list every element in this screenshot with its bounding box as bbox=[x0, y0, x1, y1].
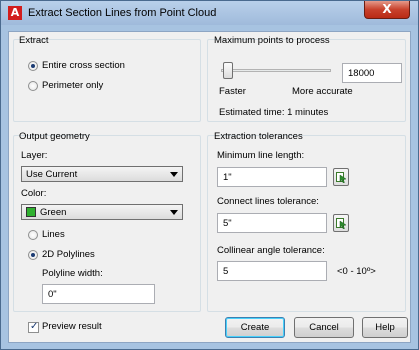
collinear-angle-value: 5 bbox=[223, 266, 229, 277]
points-slider-track[interactable] bbox=[221, 69, 331, 72]
dialog-window: A Extract Section Lines from Point Cloud… bbox=[0, 0, 419, 350]
min-line-length-label: Minimum line length: bbox=[217, 150, 305, 161]
lines-radio[interactable] bbox=[28, 230, 38, 240]
autocad-app-icon: A bbox=[8, 6, 22, 20]
dialog-body: Extract Entire cross section Perimeter o… bbox=[8, 31, 411, 343]
output-geometry-group-title: Output geometry bbox=[19, 131, 90, 142]
color-dropdown[interactable]: Green bbox=[21, 204, 183, 220]
chevron-down-icon bbox=[170, 210, 178, 215]
connect-lines-label: Connect lines tolerance: bbox=[217, 196, 319, 207]
slider-faster-label: Faster bbox=[219, 86, 246, 97]
polyline-width-value: 0" bbox=[48, 289, 57, 300]
polyline-width-input[interactable]: 0" bbox=[42, 284, 155, 304]
collinear-angle-input[interactable]: 5 bbox=[217, 261, 327, 281]
lines-label[interactable]: Lines bbox=[42, 229, 65, 240]
min-line-length-input[interactable]: 1" bbox=[217, 167, 327, 187]
color-swatch bbox=[26, 207, 36, 217]
preview-result-label[interactable]: Preview result bbox=[42, 321, 102, 332]
max-points-value: 18000 bbox=[348, 68, 375, 79]
extract-group-title: Extract bbox=[19, 35, 49, 46]
dialog-title: Extract Section Lines from Point Cloud bbox=[28, 7, 217, 19]
polyline-width-label: Polyline width: bbox=[42, 268, 103, 279]
layer-label: Layer: bbox=[21, 150, 48, 161]
max-points-group-title: Maximum points to process bbox=[214, 35, 330, 46]
layer-dropdown-value: Use Current bbox=[26, 169, 78, 180]
title-bar[interactable]: A Extract Section Lines from Point Cloud… bbox=[1, 1, 418, 25]
perimeter-only-radio[interactable] bbox=[28, 81, 38, 91]
entire-cross-section-radio[interactable] bbox=[28, 61, 38, 71]
pick-connect-tolerance-button[interactable] bbox=[333, 214, 349, 232]
2d-polylines-radio[interactable] bbox=[28, 250, 38, 260]
extraction-tolerances-group-title: Extraction tolerances bbox=[214, 131, 303, 142]
color-dropdown-value: Green bbox=[40, 207, 67, 218]
perimeter-only-label[interactable]: Perimeter only bbox=[42, 80, 103, 91]
points-slider-thumb[interactable] bbox=[223, 62, 233, 79]
chevron-down-icon bbox=[170, 172, 178, 177]
help-button[interactable]: Help bbox=[362, 317, 408, 338]
estimated-time-text: Estimated time: 1 minutes bbox=[219, 107, 329, 118]
cancel-button[interactable]: Cancel bbox=[294, 317, 354, 338]
create-button[interactable]: Create bbox=[225, 317, 285, 338]
min-line-length-value: 1" bbox=[223, 172, 232, 183]
collinear-angle-label: Collinear angle tolerance: bbox=[217, 245, 325, 256]
pick-point-icon bbox=[336, 172, 347, 183]
checkmark-icon: ✓ bbox=[30, 321, 39, 332]
2d-polylines-label[interactable]: 2D Polylines bbox=[42, 249, 95, 260]
color-label: Color: bbox=[21, 188, 47, 199]
pick-point-icon bbox=[336, 218, 347, 229]
collinear-range-hint: <0 - 10º> bbox=[337, 266, 376, 277]
entire-cross-section-label[interactable]: Entire cross section bbox=[42, 60, 125, 71]
connect-lines-value: 5" bbox=[223, 218, 232, 229]
pick-min-length-button[interactable] bbox=[333, 168, 349, 186]
slider-more-accurate-label: More accurate bbox=[292, 86, 353, 97]
connect-lines-input[interactable]: 5" bbox=[217, 213, 327, 233]
close-button[interactable]: X bbox=[364, 1, 410, 19]
max-points-input[interactable]: 18000 bbox=[342, 63, 402, 83]
layer-dropdown[interactable]: Use Current bbox=[21, 166, 183, 182]
preview-result-checkbox[interactable]: ✓ bbox=[28, 321, 39, 333]
close-icon: X bbox=[382, 2, 392, 16]
